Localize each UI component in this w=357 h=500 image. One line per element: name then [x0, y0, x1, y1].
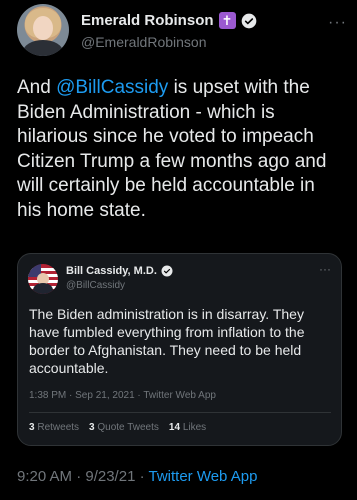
quoted-tweet-text: The Biden administration is in disarray.… [29, 306, 305, 376]
tweet-text: And @BillCassidy is upset with the Biden… [17, 76, 342, 223]
more-options-icon[interactable]: ··· [328, 14, 347, 32]
tweet-footer: 9:20 AM · 9/23/21 · Twitter Web App [17, 468, 257, 485]
quote-tweets-stat[interactable]: 3 Quote Tweets [89, 422, 159, 433]
quoted-display-name[interactable]: Bill Cassidy, M.D. [66, 265, 157, 277]
likes-stat[interactable]: 14 Likes [169, 422, 206, 433]
tweet-timestamp[interactable]: 9:20 AM · 9/23/21 · [17, 468, 148, 485]
quoted-divider [29, 412, 331, 413]
quoted-stats: 3 Retweets 3 Quote Tweets 14 Likes [29, 422, 206, 433]
quoted-avatar[interactable] [28, 264, 58, 294]
avatar[interactable] [17, 4, 69, 56]
retweets-count: 3 [29, 422, 35, 433]
quoted-more-options-icon[interactable]: ··· [319, 262, 331, 276]
quoted-handle[interactable]: @BillCassidy [66, 280, 125, 291]
source-app-link[interactable]: Twitter Web App [148, 468, 257, 485]
quoted-tweet-card[interactable]: Bill Cassidy, M.D. @BillCassidy ··· The … [17, 253, 342, 446]
tweet-text-start: And [17, 77, 57, 98]
author-name-row: Emerald Robinson ✝ [81, 12, 257, 29]
verified-badge-icon [161, 265, 173, 277]
mention-link[interactable]: @BillCassidy [56, 77, 168, 98]
author-display-name[interactable]: Emerald Robinson [81, 12, 214, 29]
author-handle[interactable]: @EmeraldRobinson [81, 34, 207, 50]
quoted-name-row: Bill Cassidy, M.D. [66, 265, 173, 277]
likes-label: Likes [182, 422, 207, 433]
verified-badge-icon [241, 13, 256, 28]
likes-count: 14 [168, 422, 181, 433]
tweet-header: Emerald Robinson ✝ @EmeraldRobinson ··· [17, 4, 347, 60]
quoted-timestamp: 1:38 PM · Sep 21, 2021 · Twitter Web App [29, 390, 216, 401]
quote-tweets-count: 3 [89, 422, 95, 433]
retweets-label: Retweets [37, 422, 80, 433]
retweets-stat[interactable]: 3 Retweets [29, 422, 79, 433]
cross-icon: ✝ [218, 12, 236, 29]
quote-tweets-label: Quote Tweets [97, 422, 159, 433]
tweet-text-rest: is upset with the Biden Administration -… [17, 77, 327, 221]
